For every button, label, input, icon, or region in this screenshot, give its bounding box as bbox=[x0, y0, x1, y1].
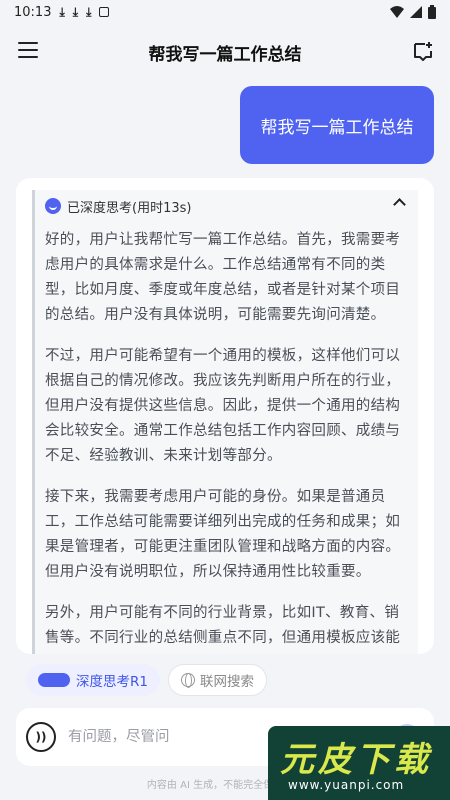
new-chat-icon[interactable] bbox=[412, 40, 434, 62]
chevron-up-icon[interactable] bbox=[393, 198, 406, 211]
thinking-header[interactable]: 已深度思考(用时13s) bbox=[35, 190, 418, 222]
deep-think-label: 深度思考R1 bbox=[76, 674, 148, 690]
thinking-panel: 已深度思考(用时13s) 好的，用户让我帮忙写一篇工作总结。首先，我需要考虑用户… bbox=[32, 190, 418, 654]
wifi-icon bbox=[390, 6, 404, 18]
user-message-bubble: 帮我写一篇工作总结 bbox=[240, 86, 434, 164]
thinking-paragraph: 另外，用户可能有不同的行业背景，比如IT、教育、销售等。不同行业的总结侧重点不同… bbox=[45, 605, 401, 646]
web-search-label: 联网搜索 bbox=[199, 674, 254, 690]
toggle-pill-icon bbox=[38, 673, 70, 687]
app-header: 帮我写一篇工作总结 bbox=[0, 28, 450, 76]
thinking-label: 已深度思考(用时13s) bbox=[67, 200, 192, 216]
assistant-answer-card: 已深度思考(用时13s) 好的，用户让我帮忙写一篇工作总结。首先，我需要考虑用户… bbox=[16, 178, 434, 654]
thinking-paragraph: 接下来，我需要考虑用户可能的身份。如果是普通员工，工作总结可能需要详细列出完成的… bbox=[45, 489, 401, 580]
globe-icon bbox=[180, 673, 195, 688]
user-message-text: 帮我写一篇工作总结 bbox=[260, 117, 414, 138]
a-badge-icon bbox=[99, 7, 110, 17]
download-icon: ⤓ bbox=[86, 4, 92, 19]
status-bar: 10:13 ⤓ ⤓ ⤓ bbox=[0, 0, 450, 24]
watermark-logo: 元皮下载 www.yuanpi.com bbox=[268, 726, 450, 800]
download-icon: ⤓ bbox=[72, 4, 79, 19]
watermark-url: www.yuanpi.com bbox=[288, 778, 405, 792]
status-right bbox=[390, 5, 436, 19]
deep-think-icon bbox=[45, 198, 61, 214]
status-left: 10:13 ⤓ ⤓ ⤓ bbox=[14, 4, 110, 20]
watermark-text: 元皮下载 bbox=[280, 740, 432, 780]
voice-input-icon[interactable]: )) bbox=[26, 722, 56, 752]
web-search-toggle[interactable]: 联网搜索 bbox=[167, 664, 267, 696]
menu-icon[interactable] bbox=[18, 42, 38, 58]
mode-chips: 深度思考R1 联网搜索 bbox=[26, 664, 267, 696]
thinking-paragraph: 不过，用户可能希望有一个通用的模板，这样他们可以根据自己的情况修改。我应该先判断… bbox=[45, 348, 401, 464]
signal-icon bbox=[410, 6, 422, 18]
thinking-paragraph: 好的，用户让我帮忙写一篇工作总结。首先，我需要考虑用户的具体需求是什么。工作总结… bbox=[45, 232, 401, 323]
download-icon: ⤓ bbox=[59, 4, 65, 19]
page-title: 帮我写一篇工作总结 bbox=[148, 44, 302, 65]
deep-think-toggle[interactable]: 深度思考R1 bbox=[26, 664, 160, 696]
thinking-content: 好的，用户让我帮忙写一篇工作总结。首先，我需要考虑用户的具体需求是什么。工作总结… bbox=[35, 222, 418, 654]
status-time: 10:13 bbox=[14, 4, 52, 20]
battery-icon bbox=[428, 5, 436, 19]
